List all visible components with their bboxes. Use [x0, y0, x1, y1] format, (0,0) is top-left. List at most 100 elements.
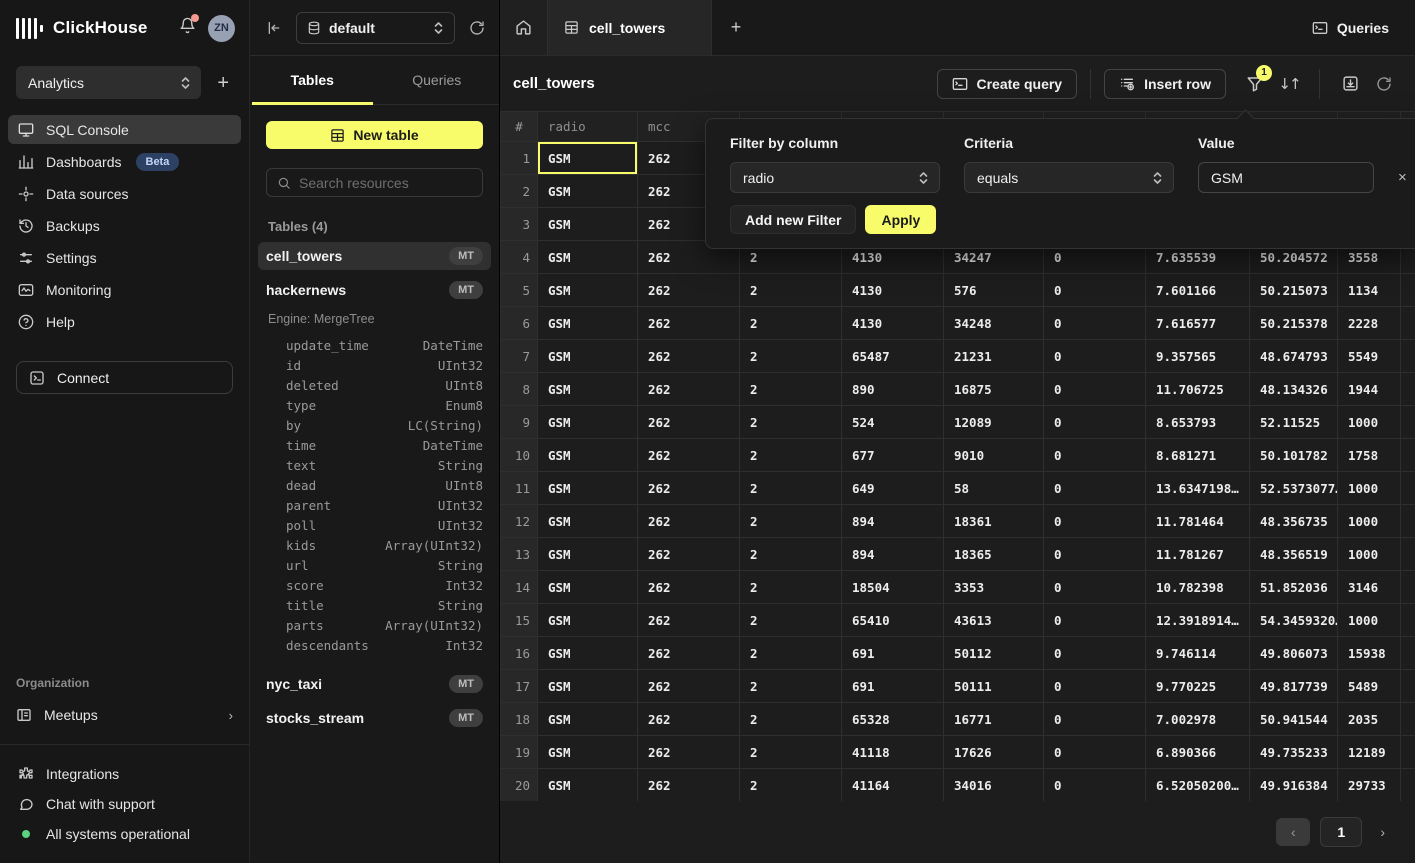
- table-cell[interactable]: 34248: [944, 307, 1044, 340]
- table-cell[interactable]: 894: [842, 505, 944, 538]
- table-cell[interactable]: 2: [740, 670, 842, 703]
- table-cell[interactable]: 11.781464: [1146, 505, 1250, 538]
- insert-row-button[interactable]: Insert row: [1104, 69, 1226, 99]
- table-cell[interactable]: 2: [740, 769, 842, 802]
- table-cell[interactable]: 2: [740, 538, 842, 571]
- table-cell[interactable]: 0: [1044, 406, 1146, 439]
- table-cell[interactable]: 5549: [1338, 340, 1401, 373]
- table-cell[interactable]: 13.6347198…: [1146, 472, 1250, 505]
- table-cell[interactable]: 8.681271: [1146, 439, 1250, 472]
- filter-button[interactable]: 1: [1238, 69, 1272, 99]
- table-cell[interactable]: 29733: [1338, 769, 1401, 802]
- table-list-item-nyc-taxi[interactable]: nyc_taxi MT: [258, 670, 491, 698]
- table-cell[interactable]: 262: [638, 736, 740, 769]
- table-cell[interactable]: 18504: [842, 571, 944, 604]
- table-cell[interactable]: 2: [740, 340, 842, 373]
- table-cell[interactable]: 0: [1044, 307, 1146, 340]
- table-cell[interactable]: GSM: [538, 472, 638, 505]
- table-cell[interactable]: 50.215073: [1250, 274, 1338, 307]
- table-cell[interactable]: 49.806073: [1250, 637, 1338, 670]
- workspace-select[interactable]: Analytics: [16, 66, 201, 99]
- table-cell[interactable]: 262: [638, 637, 740, 670]
- sidebar-item-backups[interactable]: Backups: [8, 211, 241, 240]
- table-cell[interactable]: 262: [638, 571, 740, 604]
- table-cell[interactable]: 2: [740, 505, 842, 538]
- table-cell[interactable]: 576: [944, 274, 1044, 307]
- table-cell[interactable]: 5489: [1338, 670, 1401, 703]
- table-cell[interactable]: 2: [740, 472, 842, 505]
- table-cell[interactable]: 7.601166: [1146, 274, 1250, 307]
- system-status-link[interactable]: All systems operational: [0, 819, 249, 849]
- table-cell[interactable]: 890: [842, 373, 944, 406]
- table-cell[interactable]: 2: [740, 406, 842, 439]
- table-cell[interactable]: 649: [842, 472, 944, 505]
- table-cell[interactable]: 4130: [842, 274, 944, 307]
- tab-queries[interactable]: Queries: [375, 56, 500, 104]
- table-cell[interactable]: 9010: [944, 439, 1044, 472]
- connect-button[interactable]: Connect: [16, 361, 233, 394]
- table-cell[interactable]: 0: [1044, 538, 1146, 571]
- remove-filter-button[interactable]: ×: [1398, 169, 1407, 186]
- table-cell[interactable]: 18365: [944, 538, 1044, 571]
- download-button[interactable]: [1333, 69, 1367, 99]
- table-cell[interactable]: 16875: [944, 373, 1044, 406]
- tab-cell-towers[interactable]: cell_towers: [548, 0, 712, 55]
- table-cell[interactable]: GSM: [538, 208, 638, 241]
- table-cell[interactable]: 54.3459320…: [1250, 604, 1338, 637]
- apply-filter-button[interactable]: Apply: [865, 205, 936, 234]
- table-cell[interactable]: 41164: [842, 769, 944, 802]
- table-cell[interactable]: GSM: [538, 703, 638, 736]
- table-cell[interactable]: 0: [1044, 472, 1146, 505]
- collapse-panel-icon[interactable]: [266, 20, 282, 36]
- table-cell[interactable]: 65328: [842, 703, 944, 736]
- table-cell[interactable]: GSM: [538, 340, 638, 373]
- filter-column-select[interactable]: radio: [730, 162, 940, 193]
- table-cell[interactable]: 262: [638, 274, 740, 307]
- table-cell[interactable]: GSM: [538, 439, 638, 472]
- table-cell[interactable]: 262: [638, 472, 740, 505]
- table-cell[interactable]: 4130: [842, 307, 944, 340]
- refresh-table-button[interactable]: [1367, 69, 1401, 99]
- table-cell[interactable]: 43613: [944, 604, 1044, 637]
- integrations-link[interactable]: Integrations: [0, 759, 249, 789]
- table-cell[interactable]: 262: [638, 406, 740, 439]
- table-cell[interactable]: 50111: [944, 670, 1044, 703]
- add-workspace-button[interactable]: +: [213, 73, 233, 93]
- table-cell[interactable]: 1944: [1338, 373, 1401, 406]
- table-cell[interactable]: 0: [1044, 637, 1146, 670]
- table-cell[interactable]: GSM: [538, 142, 638, 175]
- table-cell[interactable]: 691: [842, 637, 944, 670]
- table-cell[interactable]: 52.11525: [1250, 406, 1338, 439]
- table-cell[interactable]: 48.674793: [1250, 340, 1338, 373]
- table-cell[interactable]: GSM: [538, 175, 638, 208]
- table-cell[interactable]: 11.781267: [1146, 538, 1250, 571]
- table-cell[interactable]: 262: [638, 439, 740, 472]
- queries-button[interactable]: Queries: [1300, 0, 1415, 55]
- table-cell[interactable]: 2228: [1338, 307, 1401, 340]
- table-cell[interactable]: GSM: [538, 406, 638, 439]
- table-cell[interactable]: 49.916384: [1250, 769, 1338, 802]
- filter-criteria-select[interactable]: equals: [964, 162, 1174, 193]
- table-cell[interactable]: 2: [740, 571, 842, 604]
- table-cell[interactable]: 2: [740, 373, 842, 406]
- table-cell[interactable]: 12089: [944, 406, 1044, 439]
- table-cell[interactable]: 1000: [1338, 472, 1401, 505]
- prev-page-button[interactable]: ‹: [1276, 818, 1310, 846]
- sidebar-item-meetups[interactable]: Meetups ›: [0, 700, 249, 730]
- table-cell[interactable]: 3146: [1338, 571, 1401, 604]
- table-cell[interactable]: 262: [638, 769, 740, 802]
- new-table-button[interactable]: New table: [266, 121, 483, 149]
- table-cell[interactable]: 2: [740, 637, 842, 670]
- table-cell[interactable]: 12.3918914…: [1146, 604, 1250, 637]
- table-list-item-stocks-stream[interactable]: stocks_stream MT: [258, 704, 491, 732]
- column-header[interactable]: #: [501, 112, 538, 142]
- table-cell[interactable]: 262: [638, 373, 740, 406]
- table-cell[interactable]: 1000: [1338, 538, 1401, 571]
- table-cell[interactable]: 262: [638, 670, 740, 703]
- table-cell[interactable]: 7.002978: [1146, 703, 1250, 736]
- table-cell[interactable]: 49.817739: [1250, 670, 1338, 703]
- table-cell[interactable]: 2: [740, 274, 842, 307]
- table-cell[interactable]: 41118: [842, 736, 944, 769]
- sidebar-item-help[interactable]: Help: [8, 307, 241, 336]
- sidebar-item-dashboards[interactable]: Dashboards Beta: [8, 147, 241, 176]
